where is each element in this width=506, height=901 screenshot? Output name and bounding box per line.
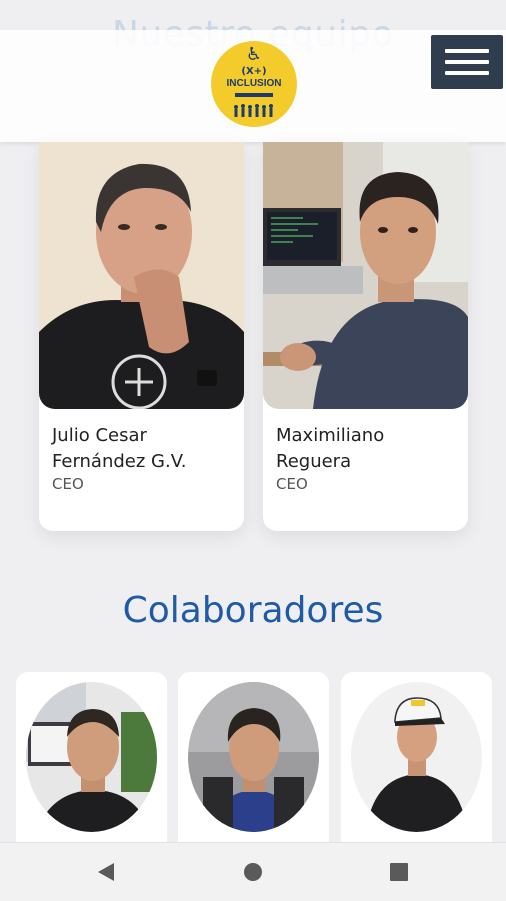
member-photo <box>39 142 244 409</box>
people-silhouette-icon <box>234 104 273 117</box>
logo-line1: (X+) <box>241 66 267 77</box>
wheelchair-icon: ♿ <box>245 44 263 65</box>
home-circle-icon[interactable] <box>244 863 262 881</box>
inclusion-logo[interactable]: ♿ (X+) INCLUSION <box>211 41 297 127</box>
member-role: CEO <box>276 475 308 493</box>
member-role: CEO <box>52 475 84 493</box>
logo-line2: INCLUSION <box>226 78 282 89</box>
hamburger-bar <box>445 60 489 64</box>
collaborator-card[interactable] <box>341 672 492 852</box>
collaborators-title: Colaboradores <box>122 590 384 631</box>
collaborator-photo <box>351 682 482 832</box>
collaborator-card[interactable] <box>16 672 167 852</box>
collaborator-card[interactable] <box>178 672 329 852</box>
hamburger-bar <box>445 71 489 75</box>
member-name: Maximiliano Reguera <box>276 425 385 472</box>
logo-bar <box>235 93 273 97</box>
member-photo <box>263 142 468 409</box>
recents-square-icon[interactable] <box>390 863 408 881</box>
hamburger-menu-icon <box>445 49 489 53</box>
member-name: Julio Cesar Fernández G.V. <box>52 425 187 472</box>
back-triangle-icon[interactable] <box>98 863 114 881</box>
system-navigation-bar <box>0 842 506 901</box>
collaborator-photo <box>26 682 157 832</box>
team-card: Julio Cesar Fernández G.V. CEO <box>39 142 244 531</box>
hamburger-menu-button[interactable] <box>431 35 503 89</box>
collaborator-photo <box>188 682 319 832</box>
team-card: Maximiliano Reguera CEO <box>263 142 468 531</box>
